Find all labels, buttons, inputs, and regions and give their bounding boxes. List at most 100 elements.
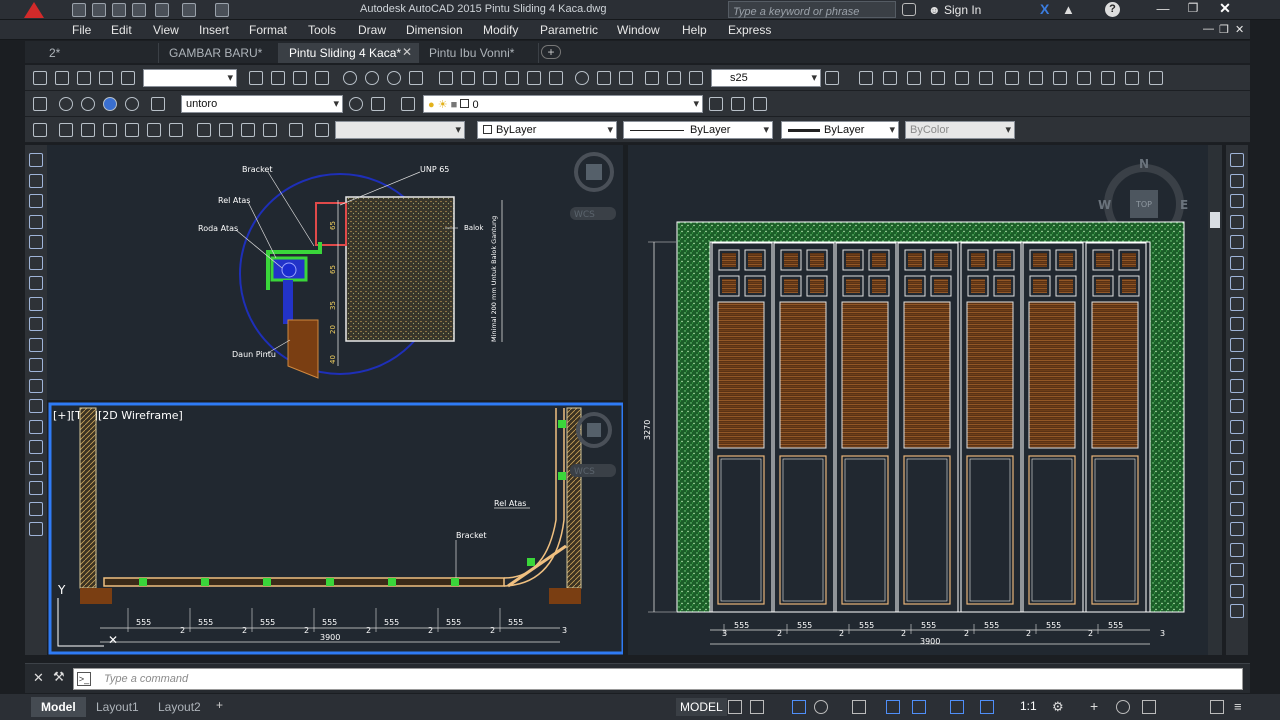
osnap-icon[interactable] — [886, 700, 900, 714]
bulb-icon[interactable]: ● — [428, 99, 435, 111]
undo-icon[interactable] — [182, 3, 196, 17]
wrench-icon[interactable]: ⚒ — [53, 669, 65, 685]
help-icon[interactable]: ? — [1105, 2, 1120, 17]
close-button[interactable]: ✕ — [1210, 0, 1240, 18]
polar-icon[interactable] — [814, 700, 828, 714]
menu-draw[interactable]: Draw — [358, 23, 386, 37]
menu-modify[interactable]: Modify — [483, 23, 518, 37]
tool-icon[interactable] — [29, 153, 43, 167]
layer-properties-icon[interactable] — [401, 97, 415, 111]
tool-icon[interactable] — [29, 378, 43, 393]
tool-icon[interactable] — [125, 123, 139, 137]
tool-icon[interactable] — [103, 123, 117, 137]
dim-ordinate-icon[interactable] — [315, 71, 329, 85]
tool-icon[interactable] — [151, 97, 165, 111]
tool-icon[interactable] — [29, 399, 43, 413]
workspace-gear-icon[interactable]: ⚙ — [1052, 699, 1064, 715]
tool-icon[interactable] — [1230, 358, 1244, 372]
autocad-logo-icon[interactable] — [24, 2, 44, 18]
named-view-select[interactable] — [143, 69, 237, 87]
jogged-linear-icon[interactable] — [619, 71, 633, 85]
isolate-icon[interactable] — [1116, 700, 1130, 714]
tool-icon[interactable] — [1230, 378, 1244, 393]
ucs-icon[interactable] — [859, 71, 873, 85]
otrack-icon[interactable] — [912, 700, 926, 714]
ucs-icon[interactable] — [931, 71, 945, 85]
tool-icon[interactable] — [29, 522, 43, 536]
viewport-divider-v[interactable] — [623, 145, 628, 655]
ucs-icon[interactable] — [979, 71, 993, 85]
menu-help[interactable]: Help — [682, 23, 707, 37]
viewport-label[interactable]: [+][Top][2D Wireframe] — [53, 409, 183, 422]
sign-in-link[interactable]: Sign In — [944, 3, 981, 17]
command-input[interactable]: >_ Type a command — [73, 668, 1243, 690]
tool-icon[interactable] — [1230, 583, 1244, 598]
exchange-icon[interactable]: X — [1040, 1, 1049, 17]
dim-aligned-icon[interactable] — [271, 71, 285, 85]
tool-icon[interactable] — [1230, 296, 1244, 311]
tool-icon[interactable] — [29, 481, 43, 495]
tab-pintu-ibu-vonni[interactable]: Pintu Ibu Vonni* — [419, 43, 539, 63]
tool-icon[interactable] — [81, 97, 95, 111]
tool-icon[interactable] — [77, 71, 91, 85]
inspect-icon[interactable] — [597, 71, 611, 85]
tool-icon[interactable] — [169, 123, 183, 137]
empty-select[interactable] — [335, 121, 465, 139]
annotation-visibility-icon[interactable] — [980, 700, 994, 714]
binoculars-icon[interactable] — [902, 3, 916, 16]
layout-tab-model[interactable]: Model — [31, 697, 86, 717]
menu-dimension[interactable]: Dimension — [406, 23, 463, 37]
gear-icon[interactable] — [349, 97, 363, 111]
tool-icon[interactable] — [1230, 214, 1244, 229]
dim-radius-icon[interactable] — [343, 71, 357, 85]
tolerance-icon[interactable] — [549, 71, 563, 85]
tool-icon[interactable] — [29, 194, 43, 208]
tool-icon[interactable] — [1230, 194, 1244, 208]
open-file-icon[interactable] — [92, 3, 106, 17]
layer-previous-icon[interactable] — [731, 97, 745, 111]
tool-icon[interactable] — [29, 501, 43, 516]
dim-jogged-icon[interactable] — [365, 71, 379, 85]
tool-icon[interactable] — [29, 337, 43, 352]
menu-insert[interactable]: Insert — [199, 23, 229, 37]
tool-icon[interactable] — [263, 123, 277, 137]
tool-icon[interactable] — [33, 123, 47, 137]
annotation-scale[interactable]: 1:1 — [1020, 699, 1037, 713]
doc-close-icon[interactable]: ✕ — [1235, 23, 1244, 36]
dim-linear-icon[interactable] — [249, 71, 263, 85]
tab-2[interactable]: 2* — [39, 43, 159, 63]
print-icon[interactable] — [155, 3, 169, 17]
model-space-button[interactable]: MODEL — [676, 698, 727, 716]
plotstyle-select[interactable]: ByColor — [905, 121, 1015, 139]
color-select[interactable]: ByLayer — [477, 121, 617, 139]
tool-icon[interactable] — [315, 123, 329, 137]
save-icon[interactable] — [112, 3, 126, 17]
menu-parametric[interactable]: Parametric — [540, 23, 598, 37]
tool-icon[interactable] — [1230, 419, 1244, 434]
cmd-prompt-icon[interactable]: >_ — [77, 672, 91, 686]
layer-state-icon[interactable] — [753, 97, 767, 111]
tool-icon[interactable] — [29, 317, 43, 331]
search-input[interactable]: Type a keyword or phrase — [728, 1, 896, 18]
tool-icon[interactable] — [1230, 522, 1244, 536]
redo-icon[interactable] — [215, 3, 229, 17]
tab-gambar-baru[interactable]: GAMBAR BARU* — [159, 43, 279, 63]
tool-icon[interactable] — [55, 71, 69, 85]
tool-icon[interactable] — [29, 173, 43, 188]
tab-pintu-sliding[interactable]: Pintu Sliding 4 Kaca* ✕ — [279, 43, 419, 63]
tool-icon[interactable] — [1230, 501, 1244, 516]
lock-icon[interactable]: ■ — [451, 99, 458, 111]
ucs-icon[interactable] — [1125, 71, 1139, 85]
dim-continue-icon[interactable] — [483, 71, 497, 85]
scrollbar-thumb[interactable] — [1210, 212, 1220, 228]
ucs-icon[interactable] — [1101, 71, 1115, 85]
ucs-icon[interactable] — [1149, 71, 1163, 85]
tool-icon[interactable] — [33, 97, 47, 111]
ucs-icon[interactable] — [1029, 71, 1043, 85]
dim-text-edit-icon[interactable] — [667, 71, 681, 85]
new-file-icon[interactable] — [72, 3, 86, 17]
menu-file[interactable]: File — [72, 23, 91, 37]
hardware-acceleration-icon[interactable] — [1142, 700, 1156, 714]
tool-icon[interactable] — [121, 71, 135, 85]
tool-icon[interactable] — [241, 123, 255, 137]
